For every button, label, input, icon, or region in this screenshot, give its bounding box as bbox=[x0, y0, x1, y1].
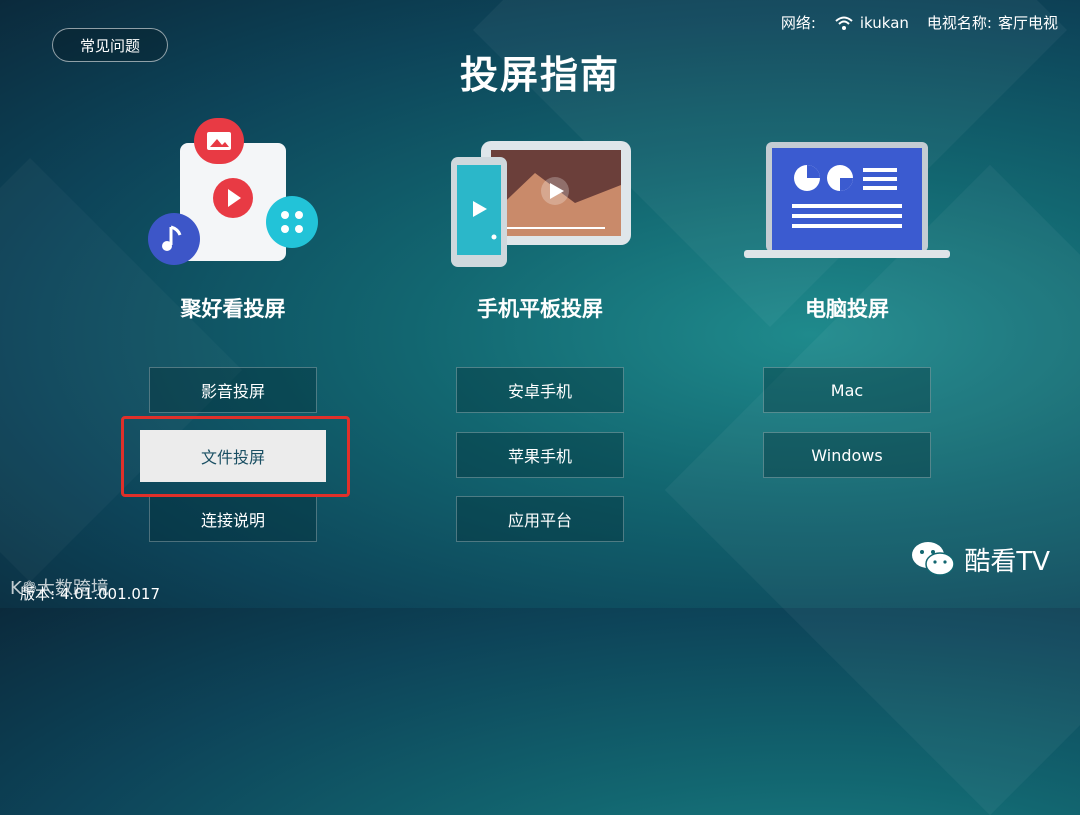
page-title: 投屏指南 bbox=[459, 53, 620, 97]
network-name: ikukan bbox=[859, 13, 909, 32]
option-android-phone[interactable]: 安卓手机 bbox=[456, 367, 624, 413]
option-media-cast[interactable]: 影音投屏 bbox=[149, 367, 317, 413]
option-app-platform[interactable]: 应用平台 bbox=[456, 496, 624, 542]
brand-badge: 酷看TV bbox=[910, 540, 1050, 578]
focus-highlight-frame bbox=[121, 416, 350, 497]
column-title-phone-tablet: 手机平板投屏 bbox=[477, 297, 603, 321]
option-connection-help[interactable]: 连接说明 bbox=[149, 496, 317, 542]
phone-tablet-illustration bbox=[451, 141, 631, 267]
wifi-icon bbox=[835, 16, 853, 30]
tv-name: 客厅电视 bbox=[997, 14, 1058, 32]
tv-name-label: 电视名称: bbox=[926, 14, 992, 32]
media-cast-illustration bbox=[148, 118, 318, 265]
brand-text: 酷看TV bbox=[964, 546, 1050, 577]
status-bar: 网络: ikukan 电视名称: 客厅电视 bbox=[781, 12, 1058, 33]
option-iphone[interactable]: 苹果手机 bbox=[456, 432, 624, 478]
watermark-text: K❁大数跨境 bbox=[10, 578, 109, 599]
wechat-icon bbox=[912, 542, 956, 576]
column-title-pc: 电脑投屏 bbox=[805, 297, 889, 321]
option-windows[interactable]: Windows bbox=[763, 432, 931, 478]
network-label: 网络: bbox=[780, 14, 816, 32]
laptop-illustration bbox=[744, 142, 950, 258]
option-mac[interactable]: Mac bbox=[763, 367, 931, 413]
column-title-jhk: 聚好看投屏 bbox=[180, 297, 286, 321]
